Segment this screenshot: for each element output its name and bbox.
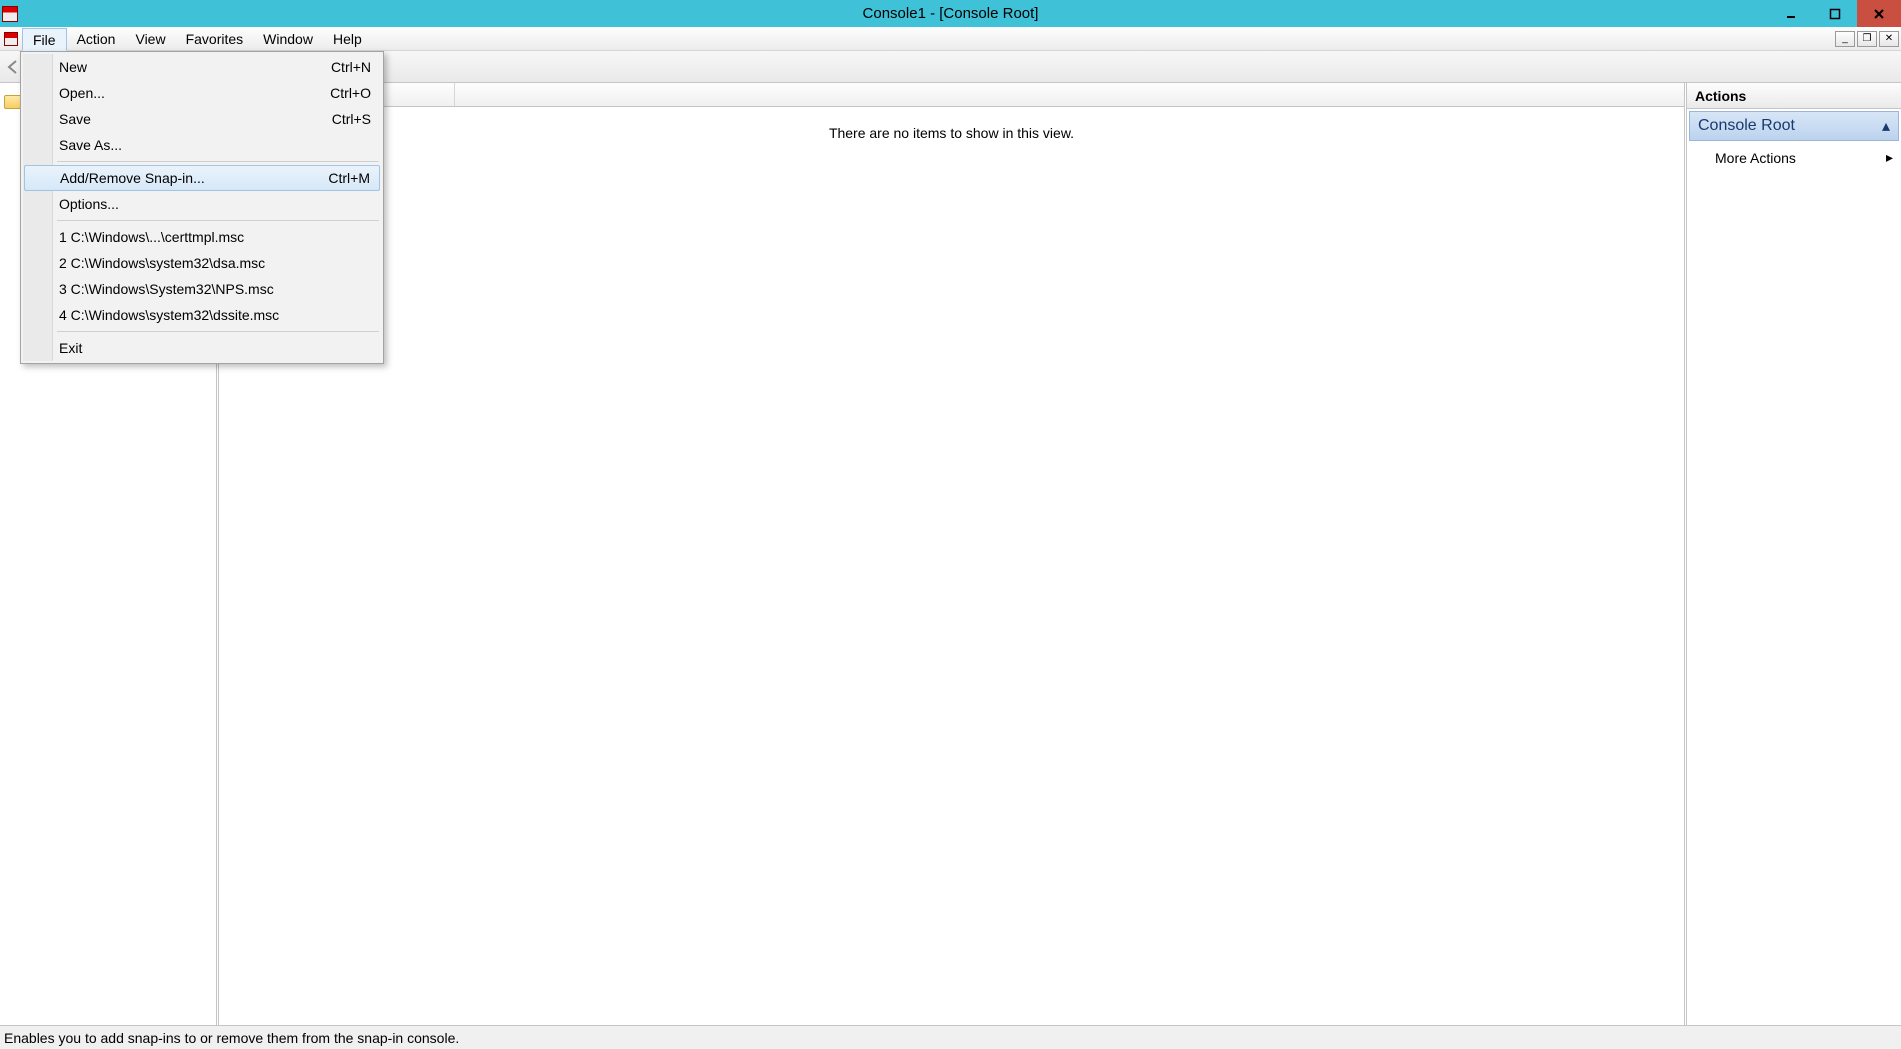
file-new-label: New — [59, 59, 87, 75]
menu-separator — [57, 161, 379, 162]
actions-more-label: More Actions — [1715, 150, 1796, 166]
file-save[interactable]: Save Ctrl+S — [23, 106, 381, 132]
file-menu-dropdown: New Ctrl+N Open... Ctrl+O Save Ctrl+S Sa… — [20, 51, 384, 364]
file-options-label: Options... — [59, 196, 119, 212]
content-column-header[interactable] — [219, 83, 1684, 107]
menu-file-label: File — [33, 32, 56, 48]
file-recent-2-label: 2 C:\Windows\system32\dsa.msc — [59, 255, 265, 271]
file-recent-4[interactable]: 4 C:\Windows\system32\dssite.msc — [23, 302, 381, 328]
file-recent-1[interactable]: 1 C:\Windows\...\certtmpl.msc — [23, 224, 381, 250]
menu-separator — [57, 331, 379, 332]
menu-help-label: Help — [333, 31, 362, 47]
file-open[interactable]: Open... Ctrl+O — [23, 80, 381, 106]
file-open-shortcut: Ctrl+O — [330, 85, 371, 101]
menu-action[interactable]: Action — [67, 28, 126, 50]
maximize-button[interactable] — [1813, 0, 1857, 27]
menu-action-label: Action — [77, 31, 116, 47]
menubar: File Action View Favorites Window Help _… — [0, 27, 1901, 51]
chevron-right-icon: ▸ — [1886, 149, 1893, 166]
file-add-remove-shortcut: Ctrl+M — [328, 170, 370, 186]
app-icon — [2, 6, 18, 22]
actions-section-label: Console Root — [1698, 117, 1795, 135]
content-pane: There are no items to show in this view. — [219, 83, 1687, 1025]
file-recent-3-label: 3 C:\Windows\System32\NPS.msc — [59, 281, 274, 297]
menu-help[interactable]: Help — [323, 28, 372, 50]
minimize-button[interactable] — [1769, 0, 1813, 27]
mdi-controls: _ ❐ ✕ — [1833, 28, 1901, 50]
file-recent-4-label: 4 C:\Windows\system32\dssite.msc — [59, 307, 279, 323]
content-body: There are no items to show in this view. — [219, 107, 1684, 1025]
actions-section-header[interactable]: Console Root ▴ — [1689, 111, 1899, 141]
empty-message: There are no items to show in this view. — [829, 125, 1074, 1025]
file-recent-2[interactable]: 2 C:\Windows\system32\dsa.msc — [23, 250, 381, 276]
menu-file[interactable]: File — [22, 28, 67, 51]
file-add-remove-label: Add/Remove Snap-in... — [60, 170, 205, 186]
mmc-icon — [0, 28, 22, 50]
mdi-restore-button[interactable]: ❐ — [1857, 31, 1877, 47]
statusbar-text: Enables you to add snap-ins to or remove… — [4, 1030, 459, 1046]
close-button[interactable] — [1857, 0, 1901, 27]
menu-favorites-label: Favorites — [186, 31, 244, 47]
actions-pane: Actions Console Root ▴ More Actions ▸ — [1687, 83, 1901, 1025]
menu-view-label: View — [135, 31, 165, 47]
file-save-label: Save — [59, 111, 91, 127]
file-exit-label: Exit — [59, 340, 82, 356]
menu-view[interactable]: View — [125, 28, 175, 50]
file-save-shortcut: Ctrl+S — [332, 111, 371, 127]
file-recent-1-label: 1 C:\Windows\...\certtmpl.msc — [59, 229, 244, 245]
file-options[interactable]: Options... — [23, 191, 381, 217]
file-new[interactable]: New Ctrl+N — [23, 54, 381, 80]
menu-favorites[interactable]: Favorites — [176, 28, 254, 50]
menu-window[interactable]: Window — [253, 28, 323, 50]
file-add-remove-snapin[interactable]: Add/Remove Snap-in... Ctrl+M — [24, 165, 380, 191]
mdi-minimize-button[interactable]: _ — [1835, 31, 1855, 47]
menu-window-label: Window — [263, 31, 313, 47]
caption-buttons — [1769, 0, 1901, 27]
window-title: Console1 - [Console Root] — [863, 5, 1039, 22]
menu-separator — [57, 220, 379, 221]
titlebar: Console1 - [Console Root] — [0, 0, 1901, 27]
statusbar: Enables you to add snap-ins to or remove… — [0, 1025, 1901, 1049]
file-exit[interactable]: Exit — [23, 335, 381, 361]
file-save-as[interactable]: Save As... — [23, 132, 381, 158]
mdi-close-button[interactable]: ✕ — [1879, 31, 1899, 47]
file-recent-3[interactable]: 3 C:\Windows\System32\NPS.msc — [23, 276, 381, 302]
actions-more[interactable]: More Actions ▸ — [1687, 143, 1901, 172]
file-save-as-label: Save As... — [59, 137, 122, 153]
file-new-shortcut: Ctrl+N — [331, 59, 371, 75]
file-open-label: Open... — [59, 85, 105, 101]
collapse-icon: ▴ — [1882, 116, 1890, 136]
actions-title: Actions — [1687, 83, 1901, 109]
